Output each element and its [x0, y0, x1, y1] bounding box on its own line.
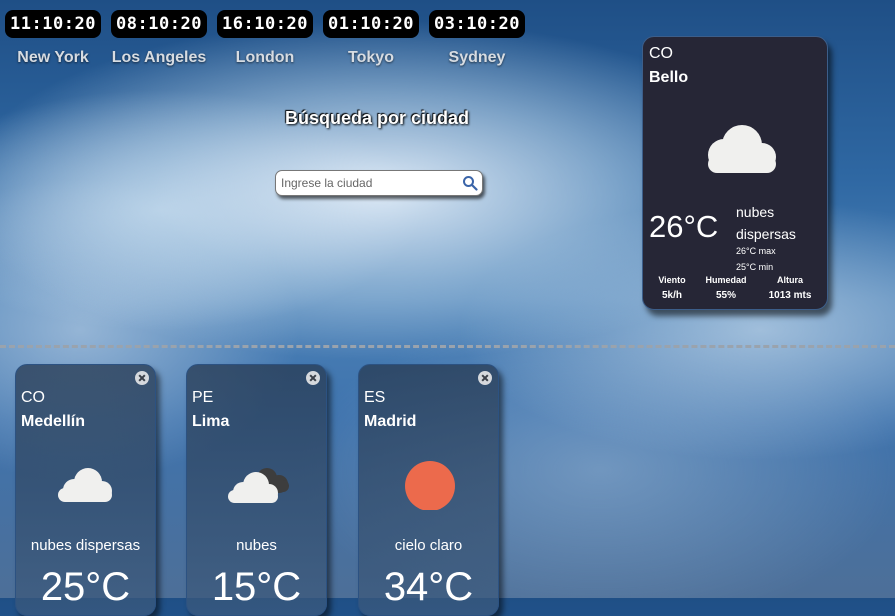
clock-city-label: Sydney [448, 49, 506, 66]
weather-description: nubes dispersas [30, 537, 141, 554]
cloud-icon [708, 125, 776, 173]
temperature: 26°C [649, 209, 719, 244]
clock-city-label: London [235, 49, 295, 66]
country-code: PE [192, 389, 214, 406]
country-code: CO [649, 45, 673, 62]
clock-los-angeles: 08:10:20 [111, 10, 207, 38]
clock-city-label: Los Angeles [111, 49, 207, 66]
country-code: ES [364, 389, 386, 406]
city-name: Bello [649, 69, 689, 86]
city-card-medellin: CO Medellín nubes dispersas 25°C [15, 364, 156, 616]
search-box [275, 170, 483, 196]
temperature: 15°C [211, 565, 302, 609]
current-weather-card: CO Bello 26°C nubes dispersas 26°C max 2… [642, 36, 828, 310]
city-card-madrid: ES Madrid cielo claro 34°C [358, 364, 499, 616]
close-icon[interactable] [306, 371, 320, 385]
broken-clouds-icon [228, 468, 289, 503]
sun-icon [405, 461, 455, 510]
clock-new-york: 11:10:20 [5, 10, 101, 38]
close-icon[interactable] [135, 371, 149, 385]
country-code: CO [21, 389, 45, 406]
clock-london: 16:10:20 [217, 10, 313, 38]
close-icon[interactable] [478, 371, 492, 385]
clock-city-label: Tokyo [348, 49, 394, 66]
search-title: Búsqueda por ciudad [284, 108, 470, 128]
city-card-lima: PE Lima nubes 15°C [186, 364, 327, 616]
humidity-value: 55% [715, 290, 736, 301]
city-name: Medellín [21, 413, 86, 430]
temperature: 34°C [383, 565, 474, 609]
altitude-value: 1013 mts [768, 290, 812, 301]
weather-description: cielo claro [394, 537, 463, 554]
search-input[interactable] [281, 174, 451, 192]
section-divider [0, 345, 895, 348]
temperature: 25°C [40, 565, 131, 609]
humidity-label: Humedad [705, 275, 747, 285]
weather-description: nubes [236, 537, 277, 554]
wind-label: Viento [658, 275, 686, 285]
max-temperature: 26°C max [736, 246, 776, 256]
altitude-label: Altura [776, 275, 803, 285]
wind-value: 5k/h [661, 290, 682, 301]
city-name: Lima [192, 413, 230, 430]
clock-tokyo: 01:10:20 [323, 10, 419, 38]
clock-city-label: New York [17, 49, 89, 66]
search-icon[interactable] [462, 175, 478, 191]
weather-description: nubes dispersas [736, 204, 796, 242]
clock-sydney: 03:10:20 [429, 10, 525, 38]
cloud-icon [58, 468, 112, 502]
min-temperature: 25°C min [736, 262, 774, 272]
city-name: Madrid [364, 413, 417, 430]
